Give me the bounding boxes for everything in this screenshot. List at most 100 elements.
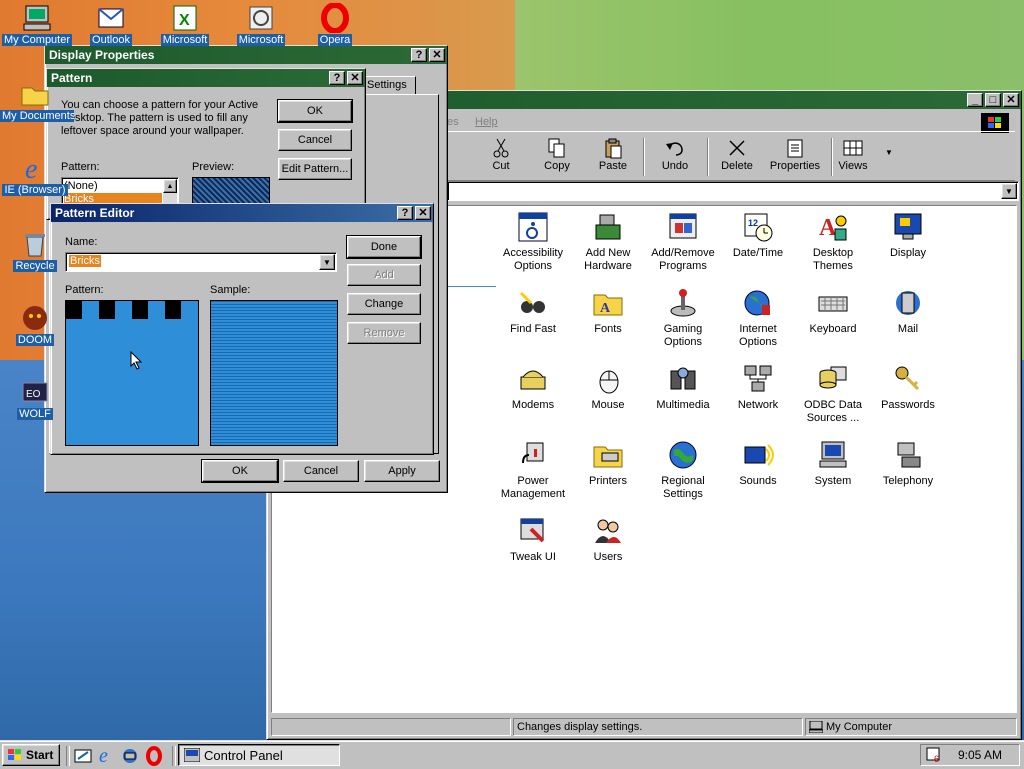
cp-item-mail[interactable]: Mail bbox=[871, 286, 945, 336]
properties-button[interactable]: Properties bbox=[763, 136, 827, 172]
speaker-icon bbox=[741, 438, 775, 472]
cp-item-sounds[interactable]: Sounds bbox=[721, 438, 795, 488]
desktop-icon-ie[interactable]: e IE (Browser) bbox=[0, 152, 70, 199]
cp-item-display[interactable]: Display bbox=[871, 210, 945, 260]
help-button[interactable]: ? bbox=[411, 48, 427, 62]
cp-item-fonts[interactable]: A Fonts bbox=[571, 286, 645, 336]
desktop-icon-excel[interactable]: X Microsoft bbox=[150, 2, 220, 49]
modem-phone-icon bbox=[516, 362, 550, 396]
views-button[interactable]: Views bbox=[825, 136, 881, 172]
taskbar-task-control-panel[interactable]: Control Panel bbox=[178, 744, 340, 766]
desktop-icon-project[interactable]: Microsoft bbox=[226, 2, 296, 49]
quicklaunch-channels-icon[interactable] bbox=[121, 747, 139, 768]
desktop-icon-opera[interactable]: Opera bbox=[300, 2, 370, 49]
cp-item-add-hardware[interactable]: Add New Hardware bbox=[571, 210, 645, 273]
close-button[interactable]: ✕ bbox=[429, 48, 445, 62]
cp-item-modems[interactable]: Modems bbox=[496, 362, 570, 412]
apply-button[interactable]: Apply bbox=[364, 460, 440, 482]
close-button[interactable]: ✕ bbox=[347, 71, 363, 85]
cp-item-accessibility[interactable]: Accessibility Options bbox=[496, 210, 570, 273]
add-button[interactable]: Add bbox=[347, 264, 421, 286]
maximize-button[interactable]: □ bbox=[985, 93, 1001, 107]
cp-item-keyboard[interactable]: Keyboard bbox=[796, 286, 870, 336]
cp-item-add-remove-programs[interactable]: Add/Remove Programs bbox=[646, 210, 720, 273]
desktop-icon-outlook[interactable]: Outlook bbox=[76, 2, 146, 49]
minimize-button[interactable]: _ bbox=[967, 93, 983, 107]
svg-text:e: e bbox=[99, 745, 108, 765]
tab-settings[interactable]: Settings bbox=[363, 76, 416, 95]
desktop-icon-my-computer[interactable]: My Computer bbox=[2, 2, 73, 49]
cp-item-find-fast[interactable]: Find Fast bbox=[496, 286, 570, 336]
control-panel-icon bbox=[184, 748, 200, 762]
cp-item-mouse[interactable]: Mouse bbox=[571, 362, 645, 412]
cp-item-desktop-themes[interactable]: A Desktop Themes bbox=[796, 210, 870, 273]
cp-item-internet-options[interactable]: Internet Options bbox=[721, 286, 795, 349]
ok-button[interactable]: OK bbox=[201, 459, 279, 483]
cp-item-date-time[interactable]: 12 Date/Time bbox=[721, 210, 795, 260]
desktop-icon-label: WOLF bbox=[17, 408, 53, 420]
cancel-button[interactable]: Cancel bbox=[283, 460, 359, 482]
cp-item-label: Multimedia bbox=[656, 399, 710, 411]
pattern-cell-filled[interactable] bbox=[132, 301, 148, 319]
pattern-editor-titlebar[interactable]: Pattern Editor ? ✕ bbox=[51, 204, 433, 222]
cp-item-regional-settings[interactable]: Regional Settings bbox=[646, 438, 720, 501]
quicklaunch-ie-icon[interactable]: e bbox=[97, 745, 117, 768]
edit-pattern-button[interactable]: Edit Pattern... bbox=[278, 158, 352, 180]
remove-button[interactable]: Remove bbox=[347, 322, 421, 344]
keys-icon bbox=[891, 362, 925, 396]
cp-item-odbc[interactable]: ODBC Data Sources ... bbox=[796, 362, 870, 425]
cp-item-system[interactable]: System bbox=[796, 438, 870, 488]
cp-item-label: Date/Time bbox=[732, 247, 784, 259]
address-input[interactable]: ▼ bbox=[447, 181, 1019, 201]
cp-item-gaming-options[interactable]: Gaming Options bbox=[646, 286, 720, 349]
cp-item-telephony[interactable]: Telephony bbox=[871, 438, 945, 488]
start-button[interactable]: Start bbox=[2, 744, 60, 766]
desktop-icon-wolf[interactable]: EO WOLF bbox=[0, 376, 70, 423]
pattern-cell-filled[interactable] bbox=[165, 301, 181, 319]
help-button[interactable]: ? bbox=[329, 71, 345, 85]
pattern-editor-dialog[interactable]: Pattern Editor ? ✕ Name: Bricks ▼ Patter… bbox=[50, 203, 434, 455]
delete-button[interactable]: Delete bbox=[709, 136, 765, 172]
desktop-icon-doom[interactable]: DOOM bbox=[0, 302, 70, 349]
power-plug-icon bbox=[516, 438, 550, 472]
pattern-cancel-button[interactable]: Cancel bbox=[278, 129, 352, 151]
pattern-dialog[interactable]: Pattern ? ✕ You can choose a pattern for… bbox=[46, 68, 366, 220]
undo-button[interactable]: Undo bbox=[647, 136, 703, 172]
copy-button[interactable]: Copy bbox=[529, 136, 585, 172]
cp-item-tweak-ui[interactable]: Tweak UI bbox=[496, 514, 570, 564]
name-value[interactable]: Bricks bbox=[69, 255, 101, 267]
cp-item-power-management[interactable]: Power Management bbox=[496, 438, 570, 501]
cp-item-users[interactable]: Users bbox=[571, 514, 645, 564]
scroll-up-button[interactable]: ▲ bbox=[163, 179, 177, 193]
tray-scheduler-icon[interactable]: 6 bbox=[926, 747, 944, 766]
help-button[interactable]: ? bbox=[397, 206, 413, 220]
menu-item-help[interactable]: Help bbox=[475, 116, 498, 128]
desktop-icon-recycle[interactable]: Recycle bbox=[0, 228, 70, 275]
pattern-ok-button[interactable]: OK bbox=[277, 99, 353, 123]
change-button[interactable]: Change bbox=[347, 293, 421, 315]
cp-item-label: Add New Hardware bbox=[584, 247, 632, 272]
cp-item-passwords[interactable]: Passwords bbox=[871, 362, 945, 412]
quicklaunch-opera-icon[interactable] bbox=[145, 746, 163, 769]
status-location: My Computer bbox=[805, 718, 1017, 736]
computer-icon bbox=[21, 2, 53, 34]
name-dropdown-button[interactable]: ▼ bbox=[319, 254, 335, 270]
address-dropdown-button[interactable]: ▼ bbox=[1001, 183, 1017, 199]
pattern-edit-grid[interactable] bbox=[65, 300, 199, 446]
cut-button[interactable]: Cut bbox=[473, 136, 529, 172]
close-button[interactable]: ✕ bbox=[415, 206, 431, 220]
desktop-icon-my-documents[interactable]: My Documents bbox=[0, 78, 74, 125]
cp-item-network[interactable]: Network bbox=[721, 362, 795, 412]
paste-button[interactable]: Paste bbox=[585, 136, 641, 172]
views-dropdown-arrow-icon[interactable]: ▼ bbox=[885, 148, 893, 157]
done-button[interactable]: Done bbox=[346, 235, 422, 259]
menu-item-favorites[interactable]: es bbox=[447, 116, 459, 128]
clock[interactable]: 9:05 AM bbox=[958, 748, 1002, 762]
quicklaunch-desktop-icon[interactable] bbox=[74, 747, 92, 768]
close-button[interactable]: ✕ bbox=[1003, 93, 1019, 107]
cp-item-printers[interactable]: Printers bbox=[571, 438, 645, 488]
cp-item-multimedia[interactable]: Multimedia bbox=[646, 362, 720, 412]
pattern-titlebar[interactable]: Pattern ? ✕ bbox=[47, 69, 365, 87]
pattern-cell-filled[interactable] bbox=[99, 301, 115, 319]
name-combobox[interactable]: Bricks ▼ bbox=[65, 252, 337, 272]
